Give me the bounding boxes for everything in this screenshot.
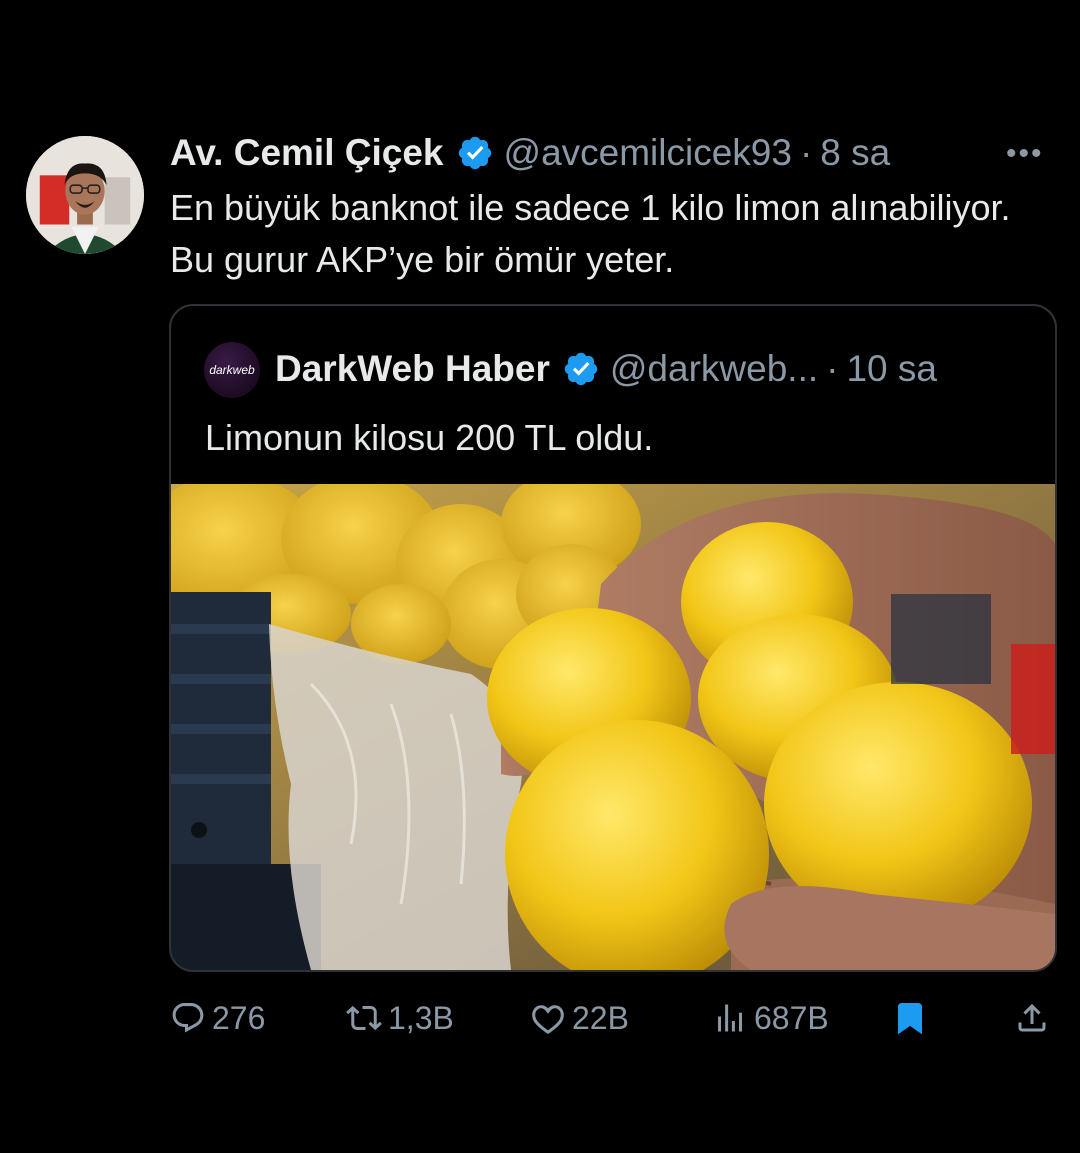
quoted-author-handle[interactable]: @darkweb...	[610, 348, 818, 390]
quoted-time[interactable]: 10 sa	[846, 348, 937, 390]
bookmark-icon	[898, 1003, 922, 1035]
tweet-header: Av. Cemil Çiçek @avcemilcicek93 · 8 sa	[170, 128, 890, 178]
author-handle[interactable]: @avcemilcicek93	[504, 132, 792, 174]
retweet-count: 1,3B	[388, 999, 454, 1036]
like-icon	[532, 1005, 564, 1034]
reply-count: 276	[212, 999, 266, 1036]
quoted-avatar[interactable]: darkweb	[204, 342, 260, 398]
author-avatar[interactable]	[26, 136, 144, 254]
quoted-header: DarkWeb Haber @darkweb... · 10 sa	[275, 344, 937, 394]
author-avatar-image	[26, 136, 144, 254]
verified-badge-icon[interactable]	[456, 134, 494, 172]
quoted-author-name[interactable]: DarkWeb Haber	[275, 348, 550, 390]
views-icon	[718, 1004, 742, 1032]
views-count: 687B	[754, 999, 829, 1036]
bookmark-button[interactable]	[892, 995, 934, 1041]
quoted-photo[interactable]	[171, 484, 1055, 970]
retweet-icon	[346, 1005, 382, 1031]
separator-dot: ·	[799, 132, 813, 173]
tweet-detail: Av. Cemil Çiçek @avcemilcicek93 · 8 sa •…	[0, 0, 1080, 1153]
verified-badge-icon	[564, 352, 598, 386]
views-button[interactable]: 687B	[712, 995, 829, 1041]
separator-dot: ·	[826, 348, 839, 389]
like-count: 22B	[572, 999, 629, 1036]
tweet-time[interactable]: 8 sa	[820, 132, 890, 174]
more-icon[interactable]: •••	[1006, 139, 1044, 169]
quoted-tweet[interactable]: darkweb DarkWeb Haber @darkweb... · 10 s…	[169, 304, 1057, 972]
quoted-text: Limonun kilosu 200 TL oldu.	[205, 417, 654, 458]
lemons-photo-image	[171, 484, 1055, 970]
share-button[interactable]	[1014, 995, 1056, 1041]
action-bar: 276 1,3B 22B 687B	[170, 995, 1050, 1041]
reply-button[interactable]: 276	[170, 995, 265, 1041]
share-icon	[1018, 1003, 1046, 1032]
like-button[interactable]: 22B	[530, 995, 629, 1041]
reply-icon	[172, 1003, 204, 1033]
retweet-button[interactable]: 1,3B	[346, 995, 454, 1041]
author-name[interactable]: Av. Cemil Çiçek	[170, 132, 444, 174]
tweet-text: En büyük banknot ile sadece 1 kilo limon…	[170, 187, 1011, 280]
